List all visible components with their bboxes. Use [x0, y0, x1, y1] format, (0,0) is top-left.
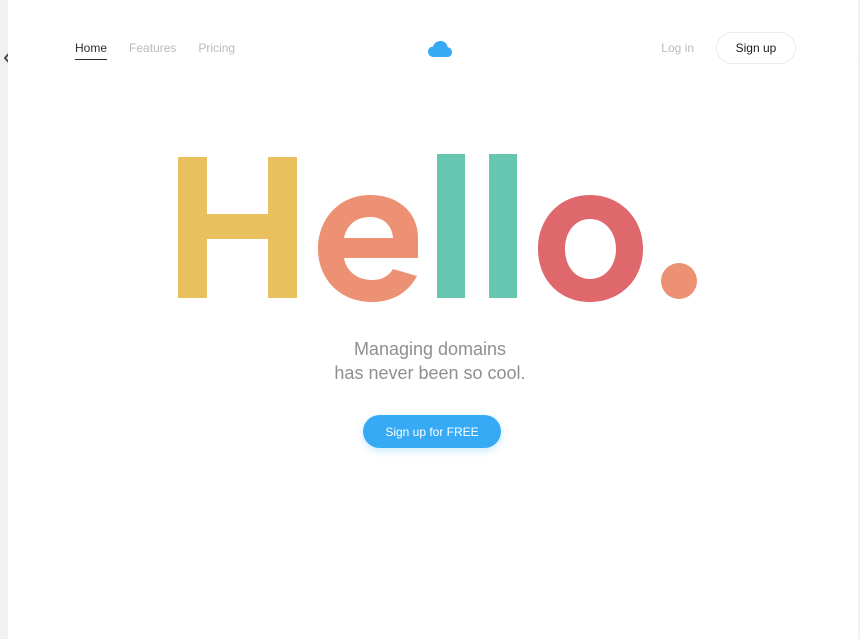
hero-subtitle-line1: Managing domains	[353, 339, 507, 359]
nav-link-features[interactable]: Features	[129, 41, 176, 60]
hero-headline	[178, 154, 697, 302]
nav-link-pricing[interactable]: Pricing	[198, 41, 235, 60]
headline-letter-o	[538, 195, 643, 302]
headline-dot	[661, 263, 697, 299]
headline-letter-l1	[437, 154, 465, 298]
login-link[interactable]: Log in	[661, 41, 694, 55]
headline-letter-e	[318, 195, 418, 302]
signup-free-button[interactable]: Sign up for FREE	[363, 415, 501, 448]
cloud-icon[interactable]	[427, 40, 453, 58]
auth-nav: Log in Sign up	[661, 32, 796, 64]
nav-link-home[interactable]: Home	[75, 41, 108, 60]
primary-nav: Home Features Pricing	[75, 41, 257, 60]
signup-button[interactable]: Sign up	[716, 32, 796, 64]
headline-letter-l2	[489, 154, 517, 298]
hero-headline-text: Hello.	[0, 0, 1, 1]
hero-subtitle-line2: has never been so cool.	[334, 363, 526, 383]
slide-card: Home Features Pricing Log in Sign up	[8, 0, 858, 639]
headline-letter-h	[178, 157, 297, 298]
page: Home Features Pricing Log in Sign up Hel…	[0, 0, 860, 639]
